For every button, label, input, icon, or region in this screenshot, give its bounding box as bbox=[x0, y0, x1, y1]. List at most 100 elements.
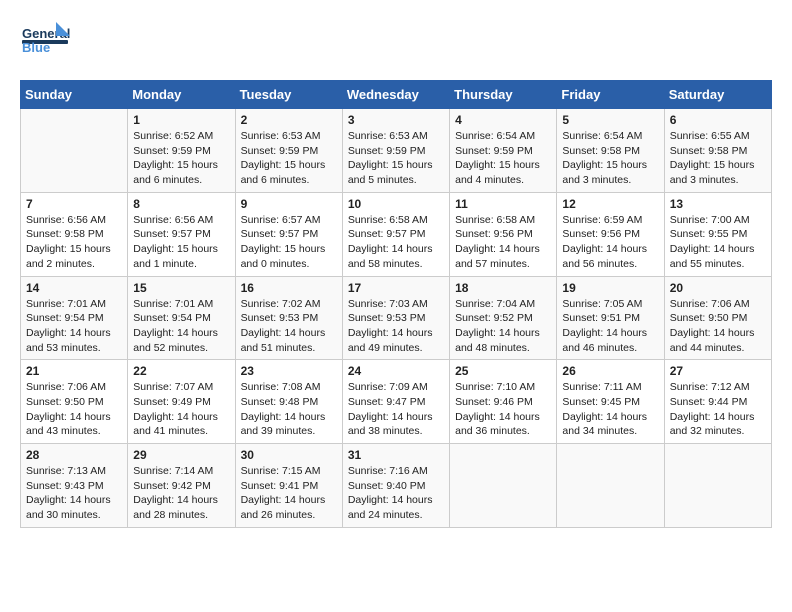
calendar-cell: 23 Sunrise: 7:08 AM Sunset: 9:48 PM Dayli… bbox=[235, 360, 342, 444]
cell-content: Sunrise: 6:56 AM Sunset: 9:57 PM Dayligh… bbox=[133, 213, 229, 272]
day-number: 21 bbox=[26, 364, 122, 378]
week-row-1: 1Sunrise: 6:52 AM Sunset: 9:59 PM Daylig… bbox=[21, 109, 772, 193]
day-number: 29 bbox=[133, 448, 229, 462]
cell-content: Sunrise: 7:05 AM Sunset: 9:51 PM Dayligh… bbox=[562, 297, 658, 356]
cell-content: Sunrise: 7:04 AM Sunset: 9:52 PM Dayligh… bbox=[455, 297, 551, 356]
cell-content: Sunrise: 6:55 AM Sunset: 9:58 PM Dayligh… bbox=[670, 129, 766, 188]
header-cell-wednesday: Wednesday bbox=[342, 81, 449, 109]
calendar-body: 1Sunrise: 6:52 AM Sunset: 9:59 PM Daylig… bbox=[21, 109, 772, 528]
calendar-cell: 25Sunrise: 7:10 AM Sunset: 9:46 PM Dayli… bbox=[450, 360, 557, 444]
day-number: 15 bbox=[133, 281, 229, 295]
calendar-cell bbox=[664, 444, 771, 528]
calendar-cell: 8 Sunrise: 6:56 AM Sunset: 9:57 PM Daylig… bbox=[128, 192, 235, 276]
calendar-cell: 16 Sunrise: 7:02 AM Sunset: 9:53 PM Dayli… bbox=[235, 276, 342, 360]
calendar-cell bbox=[557, 444, 664, 528]
day-number: 25 bbox=[455, 364, 551, 378]
day-number: 9 bbox=[241, 197, 337, 211]
cell-content: Sunrise: 7:11 AM Sunset: 9:45 PM Dayligh… bbox=[562, 380, 658, 439]
cell-content: Sunrise: 6:58 AM Sunset: 9:57 PM Dayligh… bbox=[348, 213, 444, 272]
calendar-cell: 21 Sunrise: 7:06 AM Sunset: 9:50 PM Dayli… bbox=[21, 360, 128, 444]
calendar-cell bbox=[21, 109, 128, 193]
day-number: 10 bbox=[348, 197, 444, 211]
calendar-cell bbox=[450, 444, 557, 528]
day-number: 13 bbox=[670, 197, 766, 211]
day-number: 27 bbox=[670, 364, 766, 378]
calendar-cell: 3 Sunrise: 6:53 AM Sunset: 9:59 PM Daylig… bbox=[342, 109, 449, 193]
calendar-cell: 29 Sunrise: 7:14 AM Sunset: 9:42 PM Dayli… bbox=[128, 444, 235, 528]
day-number: 24 bbox=[348, 364, 444, 378]
header-row: SundayMondayTuesdayWednesdayThursdayFrid… bbox=[21, 81, 772, 109]
calendar-cell: 27 Sunrise: 7:12 AM Sunset: 9:44 PM Dayli… bbox=[664, 360, 771, 444]
logo-icon: General Blue bbox=[20, 20, 70, 70]
day-number: 31 bbox=[348, 448, 444, 462]
cell-content: Sunrise: 7:09 AM Sunset: 9:47 PM Dayligh… bbox=[348, 380, 444, 439]
cell-content: Sunrise: 7:01 AM Sunset: 9:54 PM Dayligh… bbox=[26, 297, 122, 356]
cell-content: Sunrise: 6:54 AM Sunset: 9:58 PM Dayligh… bbox=[562, 129, 658, 188]
calendar-cell: 2 Sunrise: 6:53 AM Sunset: 9:59 PM Daylig… bbox=[235, 109, 342, 193]
day-number: 26 bbox=[562, 364, 658, 378]
calendar-cell: 28Sunrise: 7:13 AM Sunset: 9:43 PM Dayli… bbox=[21, 444, 128, 528]
week-row-2: 7Sunrise: 6:56 AM Sunset: 9:58 PM Daylig… bbox=[21, 192, 772, 276]
week-row-4: 21 Sunrise: 7:06 AM Sunset: 9:50 PM Dayli… bbox=[21, 360, 772, 444]
calendar-cell: 18Sunrise: 7:04 AM Sunset: 9:52 PM Dayli… bbox=[450, 276, 557, 360]
cell-content: Sunrise: 6:59 AM Sunset: 9:56 PM Dayligh… bbox=[562, 213, 658, 272]
calendar-cell: 20Sunrise: 7:06 AM Sunset: 9:50 PM Dayli… bbox=[664, 276, 771, 360]
cell-content: Sunrise: 7:03 AM Sunset: 9:53 PM Dayligh… bbox=[348, 297, 444, 356]
cell-content: Sunrise: 6:52 AM Sunset: 9:59 PM Dayligh… bbox=[133, 129, 229, 188]
day-number: 2 bbox=[241, 113, 337, 127]
calendar-table: SundayMondayTuesdayWednesdayThursdayFrid… bbox=[20, 80, 772, 528]
day-number: 4 bbox=[455, 113, 551, 127]
cell-content: Sunrise: 6:53 AM Sunset: 9:59 PM Dayligh… bbox=[348, 129, 444, 188]
cell-content: Sunrise: 7:06 AM Sunset: 9:50 PM Dayligh… bbox=[26, 380, 122, 439]
header-cell-friday: Friday bbox=[557, 81, 664, 109]
cell-content: Sunrise: 6:57 AM Sunset: 9:57 PM Dayligh… bbox=[241, 213, 337, 272]
day-number: 22 bbox=[133, 364, 229, 378]
header-cell-sunday: Sunday bbox=[21, 81, 128, 109]
day-number: 19 bbox=[562, 281, 658, 295]
week-row-5: 28Sunrise: 7:13 AM Sunset: 9:43 PM Dayli… bbox=[21, 444, 772, 528]
cell-content: Sunrise: 7:08 AM Sunset: 9:48 PM Dayligh… bbox=[241, 380, 337, 439]
day-number: 16 bbox=[241, 281, 337, 295]
day-number: 3 bbox=[348, 113, 444, 127]
cell-content: Sunrise: 7:14 AM Sunset: 9:42 PM Dayligh… bbox=[133, 464, 229, 523]
day-number: 8 bbox=[133, 197, 229, 211]
week-row-3: 14 Sunrise: 7:01 AM Sunset: 9:54 PM Dayli… bbox=[21, 276, 772, 360]
cell-content: Sunrise: 6:53 AM Sunset: 9:59 PM Dayligh… bbox=[241, 129, 337, 188]
day-number: 17 bbox=[348, 281, 444, 295]
day-number: 11 bbox=[455, 197, 551, 211]
header-cell-tuesday: Tuesday bbox=[235, 81, 342, 109]
calendar-cell: 1Sunrise: 6:52 AM Sunset: 9:59 PM Daylig… bbox=[128, 109, 235, 193]
header-cell-saturday: Saturday bbox=[664, 81, 771, 109]
calendar-cell: 15 Sunrise: 7:01 AM Sunset: 9:54 PM Dayli… bbox=[128, 276, 235, 360]
day-number: 6 bbox=[670, 113, 766, 127]
header-cell-thursday: Thursday bbox=[450, 81, 557, 109]
calendar-cell: 13 Sunrise: 7:00 AM Sunset: 9:55 PM Dayli… bbox=[664, 192, 771, 276]
calendar-cell: 19 Sunrise: 7:05 AM Sunset: 9:51 PM Dayli… bbox=[557, 276, 664, 360]
header-cell-monday: Monday bbox=[128, 81, 235, 109]
calendar-cell: 5 Sunrise: 6:54 AM Sunset: 9:58 PM Daylig… bbox=[557, 109, 664, 193]
calendar-cell: 7Sunrise: 6:56 AM Sunset: 9:58 PM Daylig… bbox=[21, 192, 128, 276]
day-number: 23 bbox=[241, 364, 337, 378]
cell-content: Sunrise: 7:07 AM Sunset: 9:49 PM Dayligh… bbox=[133, 380, 229, 439]
calendar-cell: 17 Sunrise: 7:03 AM Sunset: 9:53 PM Dayli… bbox=[342, 276, 449, 360]
day-number: 20 bbox=[670, 281, 766, 295]
day-number: 5 bbox=[562, 113, 658, 127]
cell-content: Sunrise: 6:54 AM Sunset: 9:59 PM Dayligh… bbox=[455, 129, 551, 188]
cell-content: Sunrise: 7:12 AM Sunset: 9:44 PM Dayligh… bbox=[670, 380, 766, 439]
logo: General Blue bbox=[20, 20, 70, 70]
calendar-cell: 24 Sunrise: 7:09 AM Sunset: 9:47 PM Dayli… bbox=[342, 360, 449, 444]
calendar-cell: 22 Sunrise: 7:07 AM Sunset: 9:49 PM Dayli… bbox=[128, 360, 235, 444]
cell-content: Sunrise: 6:56 AM Sunset: 9:58 PM Dayligh… bbox=[26, 213, 122, 272]
calendar-cell: 26 Sunrise: 7:11 AM Sunset: 9:45 PM Dayli… bbox=[557, 360, 664, 444]
svg-text:Blue: Blue bbox=[22, 40, 50, 55]
calendar-cell: 14 Sunrise: 7:01 AM Sunset: 9:54 PM Dayli… bbox=[21, 276, 128, 360]
calendar-cell: 31Sunrise: 7:16 AM Sunset: 9:40 PM Dayli… bbox=[342, 444, 449, 528]
calendar-cell: 10 Sunrise: 6:58 AM Sunset: 9:57 PM Dayli… bbox=[342, 192, 449, 276]
day-number: 14 bbox=[26, 281, 122, 295]
day-number: 30 bbox=[241, 448, 337, 462]
day-number: 12 bbox=[562, 197, 658, 211]
cell-content: Sunrise: 7:01 AM Sunset: 9:54 PM Dayligh… bbox=[133, 297, 229, 356]
cell-content: Sunrise: 7:02 AM Sunset: 9:53 PM Dayligh… bbox=[241, 297, 337, 356]
cell-content: Sunrise: 7:00 AM Sunset: 9:55 PM Dayligh… bbox=[670, 213, 766, 272]
cell-content: Sunrise: 6:58 AM Sunset: 9:56 PM Dayligh… bbox=[455, 213, 551, 272]
